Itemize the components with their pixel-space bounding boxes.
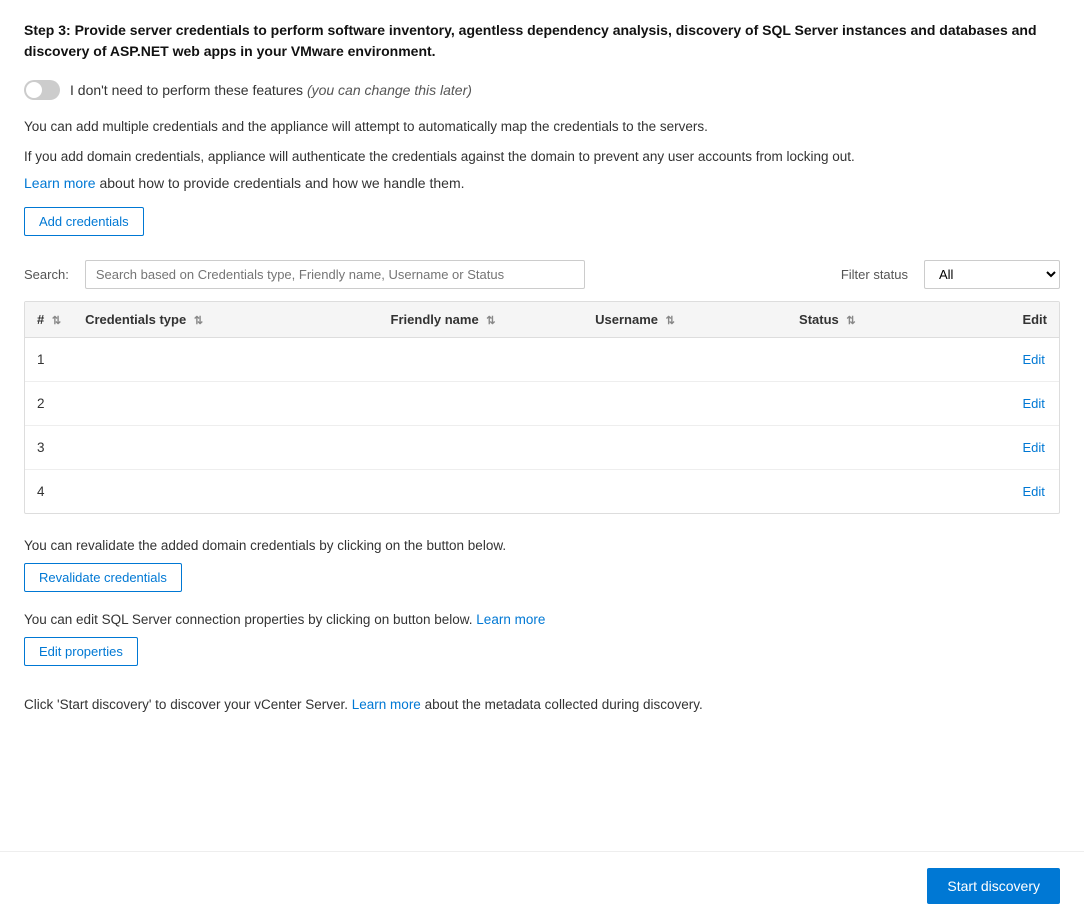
col-header-username[interactable]: Username ⇅ xyxy=(583,302,787,338)
start-discovery-suffix: about the metadata collected during disc… xyxy=(425,697,703,712)
revalidate-info: You can revalidate the added domain cred… xyxy=(24,538,1060,553)
revalidate-credentials-button[interactable]: Revalidate credentials xyxy=(24,563,182,592)
table-row: 3 Edit xyxy=(25,426,1059,470)
learn-more-row: Learn more about how to provide credenti… xyxy=(24,175,1060,191)
learn-more-suffix: about how to provide credentials and how… xyxy=(96,175,465,191)
row-status xyxy=(787,470,1010,514)
row-friendly-name xyxy=(379,338,584,382)
add-credentials-button[interactable]: Add credentials xyxy=(24,207,144,236)
col-header-cred-type[interactable]: Credentials type ⇅ xyxy=(73,302,378,338)
info-text-1: You can add multiple credentials and the… xyxy=(24,116,1060,138)
credentials-table-container: # ⇅ Credentials type ⇅ Friendly name ⇅ U… xyxy=(24,301,1060,514)
row-username xyxy=(583,470,787,514)
table-row: 1 Edit xyxy=(25,338,1059,382)
toggle-label-italic: (you can change this later) xyxy=(307,82,472,98)
row-num: 3 xyxy=(25,426,73,470)
col-header-num[interactable]: # ⇅ xyxy=(25,302,73,338)
row-status xyxy=(787,426,1010,470)
row-friendly-name xyxy=(379,470,584,514)
row-num: 2 xyxy=(25,382,73,426)
row-num: 1 xyxy=(25,338,73,382)
row-edit[interactable]: Edit xyxy=(1010,470,1059,514)
learn-more-link-2[interactable]: Learn more xyxy=(476,612,545,627)
row-username xyxy=(583,382,787,426)
sort-icon-status: ⇅ xyxy=(846,314,855,327)
col-header-edit: Edit xyxy=(1010,302,1059,338)
start-discovery-prefix: Click 'Start discovery' to discover your… xyxy=(24,697,348,712)
sort-icon-cred: ⇅ xyxy=(194,314,203,327)
row-status xyxy=(787,338,1010,382)
step-title: Step 3: Provide server credentials to pe… xyxy=(24,20,1060,62)
edit-props-info-text: You can edit SQL Server connection prope… xyxy=(24,612,473,627)
credentials-table: # ⇅ Credentials type ⇅ Friendly name ⇅ U… xyxy=(25,302,1059,513)
add-credentials-container: Add credentials xyxy=(24,207,1060,236)
edit-link-3[interactable]: Edit xyxy=(1022,440,1044,455)
toggle-slider xyxy=(24,80,60,100)
revalidate-section: You can revalidate the added domain cred… xyxy=(24,538,1060,592)
learn-more-link-1[interactable]: Learn more xyxy=(24,175,96,191)
edit-properties-button[interactable]: Edit properties xyxy=(24,637,138,666)
row-status xyxy=(787,382,1010,426)
filter-status-select[interactable]: All Valid Invalid Not validated xyxy=(924,260,1060,289)
filter-status-label: Filter status xyxy=(841,267,908,282)
toggle-switch[interactable] xyxy=(24,80,60,100)
row-num: 4 xyxy=(25,470,73,514)
learn-more-link-3[interactable]: Learn more xyxy=(352,697,421,712)
row-cred-type xyxy=(73,426,378,470)
row-username xyxy=(583,338,787,382)
start-discovery-button[interactable]: Start discovery xyxy=(927,868,1060,904)
row-edit[interactable]: Edit xyxy=(1010,426,1059,470)
table-row: 4 Edit xyxy=(25,470,1059,514)
row-edit[interactable]: Edit xyxy=(1010,338,1059,382)
start-discovery-info: Click 'Start discovery' to discover your… xyxy=(24,694,1060,716)
search-input[interactable] xyxy=(85,260,585,289)
toggle-label-text: I don't need to perform these features xyxy=(70,82,303,98)
row-cred-type xyxy=(73,338,378,382)
col-header-friendly-name[interactable]: Friendly name ⇅ xyxy=(379,302,584,338)
edit-link-2[interactable]: Edit xyxy=(1022,396,1044,411)
row-cred-type xyxy=(73,382,378,426)
bottom-bar: Start discovery xyxy=(0,851,1084,920)
sort-icon-num: ⇅ xyxy=(52,314,61,327)
table-row: 2 Edit xyxy=(25,382,1059,426)
sort-icon-username: ⇅ xyxy=(666,314,675,327)
toggle-label: I don't need to perform these features (… xyxy=(70,82,472,98)
search-label: Search: xyxy=(24,267,69,282)
edit-props-info: You can edit SQL Server connection prope… xyxy=(24,612,1060,627)
row-friendly-name xyxy=(379,382,584,426)
start-discovery-section: Click 'Start discovery' to discover your… xyxy=(24,694,1060,716)
row-edit[interactable]: Edit xyxy=(1010,382,1059,426)
info-text-2: If you add domain credentials, appliance… xyxy=(24,146,1060,168)
sort-icon-friendly: ⇅ xyxy=(486,314,495,327)
row-cred-type xyxy=(73,470,378,514)
edit-properties-section: You can edit SQL Server connection prope… xyxy=(24,612,1060,666)
row-friendly-name xyxy=(379,426,584,470)
search-filter-row: Search: Filter status All Valid Invalid … xyxy=(24,260,1060,289)
edit-link-4[interactable]: Edit xyxy=(1022,484,1044,499)
table-body: 1 Edit 2 Edit 3 Edit xyxy=(25,338,1059,514)
edit-link-1[interactable]: Edit xyxy=(1022,352,1044,367)
toggle-row: I don't need to perform these features (… xyxy=(24,80,1060,100)
table-header-row: # ⇅ Credentials type ⇅ Friendly name ⇅ U… xyxy=(25,302,1059,338)
row-username xyxy=(583,426,787,470)
col-header-status[interactable]: Status ⇅ xyxy=(787,302,1010,338)
